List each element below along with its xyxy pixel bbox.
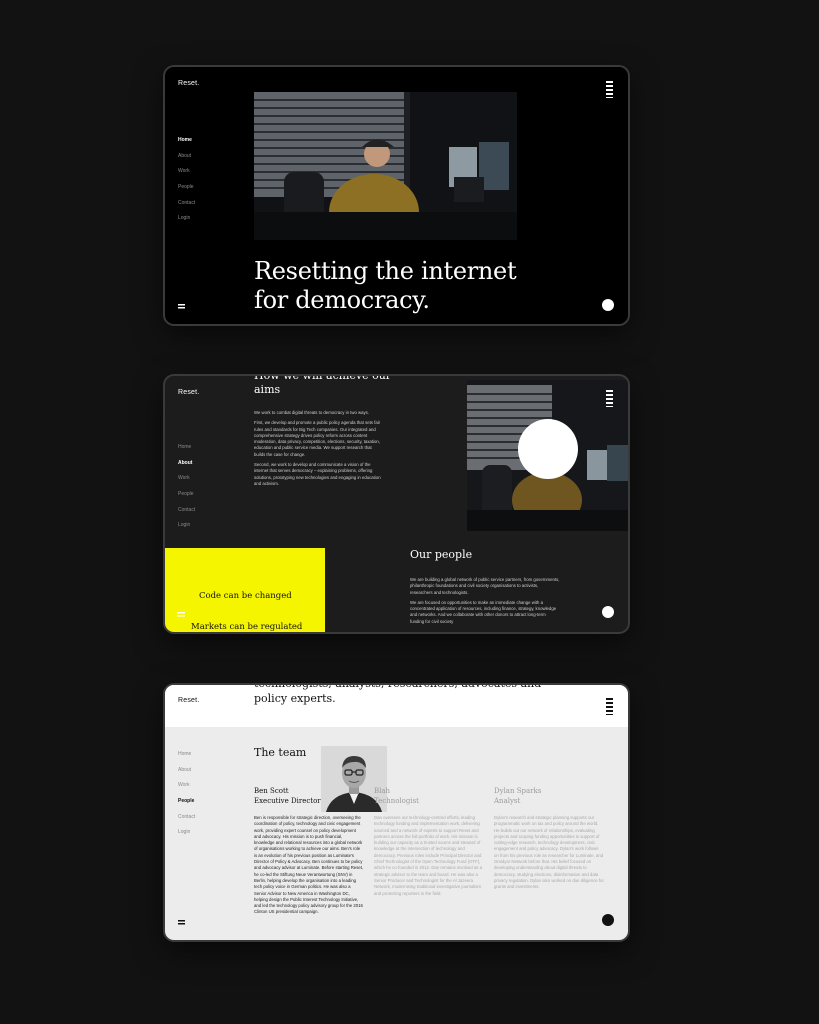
statement-markets: Markets can be regulated [191, 622, 303, 632]
nav-login[interactable]: Login [178, 522, 195, 538]
member-bio: Dan oversees our technology-centred effo… [374, 815, 482, 896]
page-header: technologists, analysts, researchers, ad… [165, 685, 628, 727]
nav-work[interactable]: Work [178, 168, 195, 184]
circle-button-icon[interactable] [602, 606, 614, 618]
nav-people[interactable]: People [178, 491, 195, 507]
team-heading: The team [254, 746, 307, 759]
menu-icon[interactable] [606, 390, 613, 407]
people-paragraph: We are focused on opportunities to make … [410, 599, 557, 624]
hamburger-icon[interactable] [178, 920, 185, 926]
member-name: Blah [374, 787, 391, 795]
nav-work[interactable]: Work [178, 782, 195, 798]
statement-code: Code can be changed [199, 591, 292, 601]
menu-icon[interactable] [606, 81, 613, 98]
nav-about[interactable]: About [178, 153, 195, 169]
intro-text: technologists, analysts, researchers, ad… [254, 685, 541, 705]
hamburger-icon[interactable] [177, 612, 185, 618]
nav-home[interactable]: Home [178, 444, 195, 460]
people-heading: Our people [410, 548, 473, 561]
menu-icon[interactable] [606, 698, 613, 715]
brand-logo[interactable]: Reset. [178, 697, 199, 704]
nav-about[interactable]: About [178, 767, 195, 783]
nav-about[interactable]: About [178, 460, 195, 476]
nav-contact[interactable]: Contact [178, 814, 195, 830]
team-member-card[interactable]: Blah Technologist Dan oversees our techn… [374, 786, 484, 897]
nav-home[interactable]: Home [178, 137, 195, 153]
nav-home[interactable]: Home [178, 751, 195, 767]
member-name: Dylan Sparks [494, 787, 542, 795]
aims-paragraph: First, we develop and promote a public p… [254, 420, 381, 457]
circle-button-icon[interactable] [602, 914, 614, 926]
yellow-statement-block: Code can be changed Markets can be regul… [165, 548, 325, 632]
member-title: Technologist [374, 797, 419, 805]
people-body: We are building a global network of publ… [410, 577, 560, 629]
hamburger-icon[interactable] [178, 304, 185, 310]
sidebar-nav: Home About Work People Contact Login [178, 751, 195, 845]
nav-people[interactable]: People [178, 184, 195, 200]
hero-headline: Resetting the internet for democracy. [254, 257, 517, 314]
aims-paragraph: Second, we work to develop and communica… [254, 462, 381, 486]
brand-logo[interactable]: Reset. [178, 389, 199, 396]
team-member-card[interactable]: Dylan Sparks Analyst Dylan's research an… [494, 786, 604, 891]
brand-logo[interactable]: Reset. [178, 80, 199, 87]
sidebar-nav: Home About Work People Contact Login [178, 444, 195, 538]
nav-login[interactable]: Login [178, 215, 195, 231]
hero-photo [254, 92, 517, 240]
aims-heading: How we will achieve our aims [254, 376, 391, 396]
aims-paragraph: We work to combat digital threats to dem… [254, 410, 370, 415]
nav-contact[interactable]: Contact [178, 507, 195, 523]
nav-people[interactable]: People [178, 798, 195, 814]
sidebar-nav: Home About Work People Contact Login [178, 137, 195, 231]
member-bio: Ben is responsible for strategic directi… [254, 815, 364, 915]
circle-button-icon[interactable] [602, 299, 614, 311]
member-title: Analyst [494, 797, 521, 805]
about-screen-panel: Reset. Home About Work People Contact Lo… [165, 376, 628, 632]
nav-work[interactable]: Work [178, 475, 195, 491]
cursor-circle-overlay [518, 419, 578, 479]
people-screen-panel: technologists, analysts, researchers, ad… [165, 685, 628, 940]
member-bio: Dylan's research and strategic planning … [494, 815, 604, 890]
people-paragraph: We are building a global network of publ… [410, 577, 560, 595]
aims-body: We work to combat digital threats to dem… [254, 410, 384, 491]
nav-contact[interactable]: Contact [178, 200, 195, 216]
nav-login[interactable]: Login [178, 829, 195, 845]
home-screen-panel: Reset. Home About Work People Contact Lo… [165, 67, 628, 324]
